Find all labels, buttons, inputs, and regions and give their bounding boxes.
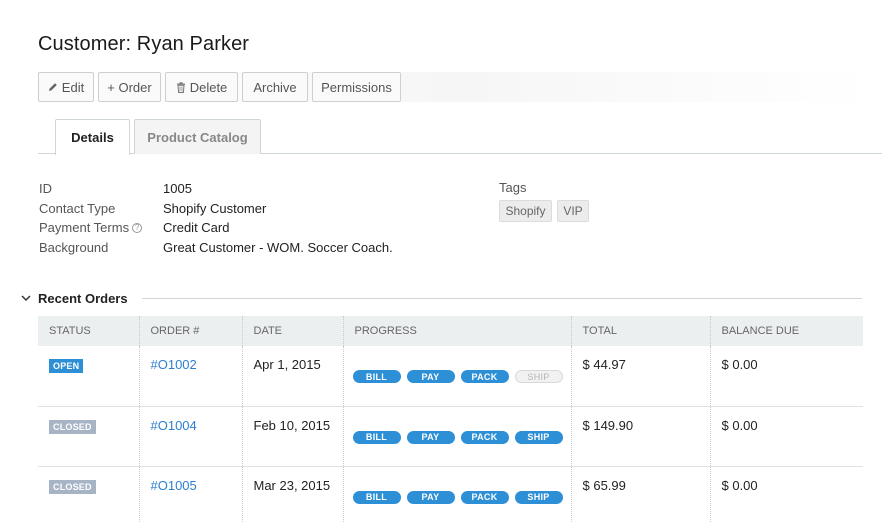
question-circle-icon[interactable]: ? xyxy=(132,223,143,233)
tab-details-label: Details xyxy=(71,130,114,145)
progress-step-pay: PAY xyxy=(406,490,455,504)
progress-step-bill: BILL xyxy=(352,370,401,383)
archive-button-label: Archive xyxy=(253,79,297,95)
add-order-button-label: + Order xyxy=(107,79,152,95)
progress-steps: BILL PAY PACK SHIP xyxy=(352,490,569,504)
progress-step-pay: PAY xyxy=(406,430,455,444)
recent-orders-title: Recent Orders xyxy=(38,290,128,306)
status-cell: CLOSED xyxy=(38,466,140,523)
add-order-button[interactable]: + Order xyxy=(98,72,161,102)
recent-orders-header[interactable]: Recent Orders xyxy=(20,290,862,306)
tab-bar: Details Product Catalog xyxy=(38,119,882,155)
column-header-progress[interactable]: PROGRESS xyxy=(343,316,572,346)
balance-cell: $ 0.00 xyxy=(710,346,863,407)
contact-type-value: Shopify Customer xyxy=(163,201,267,216)
progress-step-ship: SHIP xyxy=(514,490,563,504)
progress-step-pack: PACK xyxy=(460,490,509,504)
edit-button-label: Edit xyxy=(61,79,85,95)
column-header-date[interactable]: DATE xyxy=(242,316,344,346)
progress-step-pack: PACK xyxy=(460,370,509,383)
tag-vip[interactable]: VIP xyxy=(557,200,589,222)
permissions-button-label: Permissions xyxy=(321,79,392,95)
pencil-icon xyxy=(48,82,58,92)
date-cell: Mar 23, 2015 xyxy=(242,466,344,523)
progress-cell: BILL PAY PACK SHIP xyxy=(343,346,572,407)
date-cell: Feb 10, 2015 xyxy=(242,406,344,467)
table-row[interactable]: OPEN #O1002 Apr 1, 2015 BILL PAY PACK SH… xyxy=(38,346,863,407)
contact-type-label: Contact Type xyxy=(39,201,116,216)
status-badge: CLOSED xyxy=(49,419,96,434)
chevron-down-icon xyxy=(20,292,32,304)
payment-terms-label: Payment Terms xyxy=(39,220,130,235)
section-divider xyxy=(141,297,862,299)
tab-details[interactable]: Details xyxy=(55,119,130,155)
order-link[interactable]: #O1005 xyxy=(151,478,197,493)
progress-step-bill: BILL xyxy=(352,430,401,444)
toolbar: Edit + Order Delete Archive Permissions xyxy=(38,72,405,102)
table-row[interactable]: CLOSED #O1004 Feb 10, 2015 BILL PAY PACK… xyxy=(38,406,863,467)
id-label: ID xyxy=(39,181,52,196)
progress-cell: BILL PAY PACK SHIP xyxy=(343,466,572,523)
order-cell: #O1005 xyxy=(139,466,243,523)
column-header-order[interactable]: ORDER # xyxy=(139,316,243,346)
status-badge: CLOSED xyxy=(49,479,96,494)
progress-step-ship: SHIP xyxy=(514,370,563,383)
background-value: Great Customer - WOM. Soccer Coach. xyxy=(163,240,393,255)
page-title: Customer: Ryan Parker xyxy=(38,33,250,55)
delete-button[interactable]: Delete xyxy=(165,72,238,102)
id-value: 1005 xyxy=(163,181,192,196)
order-link[interactable]: #O1002 xyxy=(151,357,197,372)
progress-step-pay: PAY xyxy=(406,370,455,383)
date-cell: Apr 1, 2015 xyxy=(242,346,344,407)
progress-steps: BILL PAY PACK SHIP xyxy=(352,370,569,383)
column-header-status[interactable]: STATUS xyxy=(38,316,140,346)
progress-cell: BILL PAY PACK SHIP xyxy=(343,406,572,467)
background-label: Background xyxy=(39,240,109,255)
table-row[interactable]: CLOSED #O1005 Mar 23, 2015 BILL PAY PACK… xyxy=(38,466,863,523)
column-header-total[interactable]: TOTAL xyxy=(571,316,711,346)
edit-button[interactable]: Edit xyxy=(38,72,94,102)
progress-step-ship: SHIP xyxy=(514,430,563,444)
tags-label: Tags xyxy=(499,180,527,195)
total-cell: $ 65.99 xyxy=(571,466,711,523)
payment-terms-field: Payment Terms? xyxy=(39,220,143,235)
balance-cell: $ 0.00 xyxy=(710,406,863,467)
progress-step-bill: BILL xyxy=(352,490,401,504)
permissions-button[interactable]: Permissions xyxy=(312,72,401,102)
archive-button[interactable]: Archive xyxy=(242,72,308,102)
delete-button-label: Delete xyxy=(189,79,228,95)
total-cell: $ 44.97 xyxy=(571,346,711,407)
tag-shopify[interactable]: Shopify xyxy=(499,200,552,222)
total-cell: $ 149.90 xyxy=(571,406,711,467)
tab-product-catalog-label: Product Catalog xyxy=(147,129,248,145)
progress-steps: BILL PAY PACK SHIP xyxy=(352,430,569,444)
progress-step-pack: PACK xyxy=(460,430,509,444)
order-cell: #O1004 xyxy=(139,406,243,467)
table-header-row: STATUS ORDER # DATE PROGRESS TOTAL BALAN… xyxy=(38,316,863,346)
order-cell: #O1002 xyxy=(139,346,243,407)
column-header-balance[interactable]: BALANCE DUE xyxy=(710,316,863,346)
status-cell: OPEN xyxy=(38,346,140,407)
orders-table: STATUS ORDER # DATE PROGRESS TOTAL BALAN… xyxy=(38,316,863,523)
status-cell: CLOSED xyxy=(38,406,140,467)
payment-terms-value: Credit Card xyxy=(163,220,230,235)
balance-cell: $ 0.00 xyxy=(721,477,758,493)
tab-product-catalog[interactable]: Product Catalog xyxy=(134,119,261,154)
order-link[interactable]: #O1004 xyxy=(151,418,197,433)
status-badge: OPEN xyxy=(49,359,84,373)
trash-icon xyxy=(176,81,186,93)
